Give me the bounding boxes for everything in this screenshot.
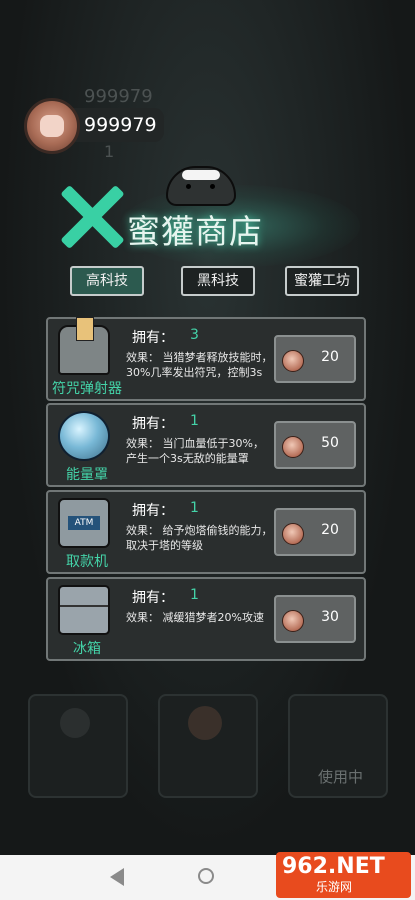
tab-badger-workshop[interactable]: 蜜獾工坊	[285, 266, 359, 296]
talisman-launcher-icon	[58, 317, 110, 375]
home-icon[interactable]	[198, 868, 214, 884]
owned-label: 拥有：	[132, 503, 174, 519]
badger-mascot-icon	[166, 166, 236, 206]
owned-count: 1	[190, 587, 199, 603]
item-effect: 效果： 给予炮塔偷钱的能力，取决于塔的等级	[126, 524, 273, 552]
coin-icon	[282, 610, 304, 632]
item-name: 符咒弹射器	[52, 381, 122, 397]
background-count: 1	[104, 142, 115, 161]
buy-button[interactable]: 50	[274, 421, 356, 469]
buy-button[interactable]: 30	[274, 595, 356, 643]
badger-coin-icon	[24, 98, 80, 154]
coin-count: 999979	[84, 114, 157, 136]
item-effect: 效果： 当猎梦者释放技能时，30%几率发出符咒，控制3s	[126, 351, 273, 379]
shop-item-card: 冰箱 拥有： 1 效果： 减缓猎梦者20%攻速 30	[46, 577, 366, 661]
item-price: 20	[321, 522, 339, 538]
energy-shield-icon	[58, 411, 110, 461]
item-price: 50	[321, 435, 339, 451]
close-icon[interactable]	[58, 184, 124, 250]
shop-item-card: 符咒弹射器 拥有： 3 效果： 当猎梦者释放技能时，30%几率发出符咒，控制3s…	[46, 317, 366, 401]
coin-icon	[282, 523, 304, 545]
back-icon[interactable]	[110, 868, 124, 886]
shop-item-card: 取款机 拥有： 1 效果： 给予炮塔偷钱的能力，取决于塔的等级 20	[46, 490, 366, 574]
coin-icon	[282, 350, 304, 372]
owned-label: 拥有：	[132, 416, 174, 432]
item-price: 30	[321, 609, 339, 625]
item-name: 冰箱	[73, 641, 101, 657]
item-effect: 效果： 当门血量低于30%，产生一个3s无敌的能量罩	[126, 437, 264, 465]
owned-count: 1	[190, 413, 199, 429]
background-coin-count: 999979	[84, 86, 153, 107]
tab-black-tech[interactable]: 黑科技	[181, 266, 255, 296]
owned-count: 1	[190, 500, 199, 516]
owned-count: 3	[190, 327, 199, 343]
atm-icon	[58, 498, 110, 548]
coin-icon	[282, 436, 304, 458]
shop-item-card: 能量罩 拥有： 1 效果： 当门血量低于30%，产生一个3s无敌的能量罩 50	[46, 403, 366, 487]
background-character	[60, 708, 90, 738]
fridge-icon	[58, 585, 110, 635]
item-name: 取款机	[66, 554, 108, 570]
shop-title: 蜜獾商店	[127, 212, 263, 251]
buy-button[interactable]: 20	[274, 508, 356, 556]
watermark-main: 962.NET	[282, 854, 385, 879]
owned-label: 拥有：	[132, 330, 174, 346]
site-watermark: 962.NET 乐游网	[276, 852, 411, 898]
in-use-label: 使用中	[318, 768, 364, 786]
item-effect: 效果： 减缓猎梦者20%攻速	[126, 611, 264, 624]
background-character	[188, 706, 222, 740]
watermark-sub: 乐游网	[316, 880, 353, 894]
item-price: 20	[321, 349, 339, 365]
item-name: 能量罩	[66, 467, 108, 483]
owned-label: 拥有：	[132, 590, 174, 606]
buy-button[interactable]: 20	[274, 335, 356, 383]
tab-high-tech[interactable]: 高科技	[70, 266, 144, 296]
